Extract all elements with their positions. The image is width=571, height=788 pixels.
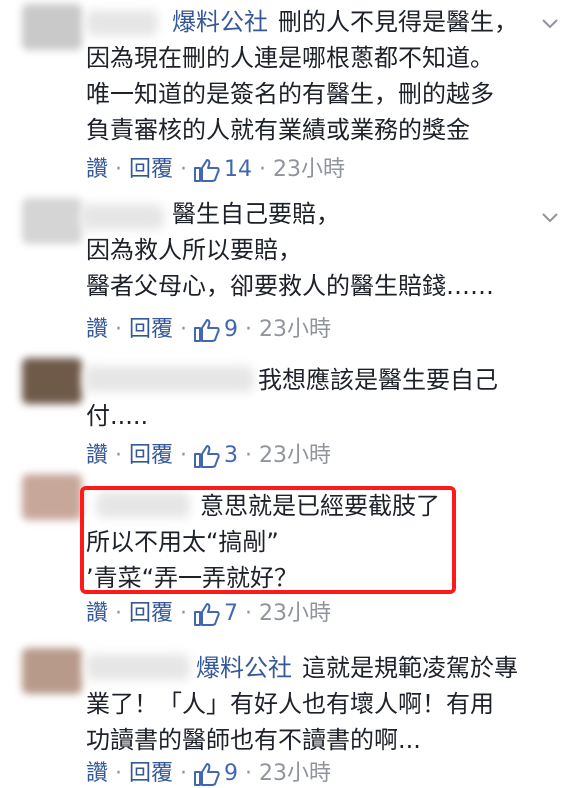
- comment-line: 醫者父母心，卻要救人的醫生賠錢……: [86, 272, 494, 300]
- comment-line: 業了！「人」有好人也有壞人啊！有用: [86, 690, 494, 718]
- highlight-box: [80, 486, 456, 594]
- separator: ·: [180, 601, 188, 626]
- separator: ·: [245, 443, 253, 468]
- like-count[interactable]: 3: [224, 442, 238, 470]
- comment-line: 我想應該是醫生要自己: [258, 366, 498, 394]
- timestamp[interactable]: 23小時: [259, 760, 331, 788]
- thumbs-up-icon: [194, 603, 220, 626]
- thumbs-up-icon: [194, 763, 220, 786]
- comment-body: 醫生自己要賠， 因為救人所以要賠， 醫者父母心，卻要救人的醫生賠錢……: [86, 196, 531, 304]
- comment-line: 因為現在刪的人連是哪根蔥都不知道。: [86, 44, 494, 72]
- comment-actions: 讚 · 回覆 · 3 · 23小時: [86, 442, 331, 470]
- page-tag[interactable]: 爆料公社: [196, 654, 292, 682]
- comment-line: 刪的人不見得是醫生，: [278, 8, 518, 36]
- reply-link[interactable]: 回覆: [129, 156, 173, 184]
- thumbs-up-icon: [194, 319, 220, 342]
- reply-link[interactable]: 回覆: [129, 760, 173, 788]
- timestamp[interactable]: 23小時: [259, 600, 331, 628]
- comment-line: 功讀書的醫師也有不讀書的啊...: [86, 726, 421, 754]
- like-link[interactable]: 讚: [86, 316, 108, 344]
- page-tag[interactable]: 爆料公社: [172, 8, 268, 36]
- reply-link[interactable]: 回覆: [129, 316, 173, 344]
- timestamp[interactable]: 23小時: [273, 156, 345, 184]
- separator: ·: [180, 761, 188, 786]
- comment-body: 我想應該是醫生要自己 付.....: [86, 362, 531, 434]
- comment-line: 負責審核的人就有業績或業務的獎金: [86, 116, 470, 144]
- separator: ·: [245, 317, 253, 342]
- separator: ·: [180, 443, 188, 468]
- chevron-down-icon[interactable]: [539, 206, 561, 228]
- comment-actions: 讚 · 回覆 · 9 · 23小時: [86, 316, 331, 344]
- comment-line: 因為救人所以要賠，: [86, 236, 302, 264]
- comment-body: 爆料公社 這就是規範凌駕於專 業了！「人」有好人也有壞人啊！有用 功讀書的醫師也有…: [86, 650, 531, 758]
- avatar[interactable]: [22, 4, 82, 50]
- timestamp[interactable]: 23小時: [259, 442, 331, 470]
- like-link[interactable]: 讚: [86, 600, 108, 628]
- separator: ·: [259, 157, 267, 182]
- comment-line: 付.....: [86, 402, 149, 430]
- separator: ·: [180, 317, 188, 342]
- thumbs-up-icon: [194, 159, 220, 182]
- like-link[interactable]: 讚: [86, 156, 108, 184]
- comment-actions: 讚 · 回覆 · 9 · 23小時: [86, 760, 331, 788]
- comment-actions: 讚 · 回覆 · 14 · 23小時: [86, 156, 345, 184]
- timestamp[interactable]: 23小時: [259, 316, 331, 344]
- like-link[interactable]: 讚: [86, 442, 108, 470]
- comment-actions: 讚 · 回覆 · 7 · 23小時: [86, 600, 331, 628]
- avatar[interactable]: [22, 198, 82, 244]
- separator: ·: [245, 761, 253, 786]
- separator: ·: [115, 317, 123, 342]
- separator: ·: [245, 601, 253, 626]
- separator: ·: [115, 601, 123, 626]
- avatar[interactable]: [22, 474, 82, 520]
- separator: ·: [115, 761, 123, 786]
- comment-line: 醫生自己要賠，: [172, 200, 340, 228]
- comment-line: 這就是規範凌駕於專: [302, 654, 518, 682]
- like-count[interactable]: 9: [224, 760, 238, 788]
- reply-link[interactable]: 回覆: [129, 442, 173, 470]
- avatar[interactable]: [22, 648, 82, 694]
- chevron-down-icon[interactable]: [539, 12, 561, 34]
- like-count[interactable]: 14: [224, 156, 252, 184]
- separator: ·: [115, 157, 123, 182]
- separator: ·: [180, 157, 188, 182]
- like-link[interactable]: 讚: [86, 760, 108, 788]
- comment-body: 爆料公社 刪的人不見得是醫生， 因為現在刪的人連是哪根蔥都不知道。 唯一知道的是簽…: [86, 4, 531, 148]
- separator: ·: [115, 443, 123, 468]
- comment-line: 唯一知道的是簽名的有醫生，刪的越多: [86, 80, 494, 108]
- like-count[interactable]: 7: [224, 600, 238, 628]
- thumbs-up-icon: [194, 445, 220, 468]
- avatar[interactable]: [22, 358, 82, 404]
- like-count[interactable]: 9: [224, 316, 238, 344]
- reply-link[interactable]: 回覆: [129, 600, 173, 628]
